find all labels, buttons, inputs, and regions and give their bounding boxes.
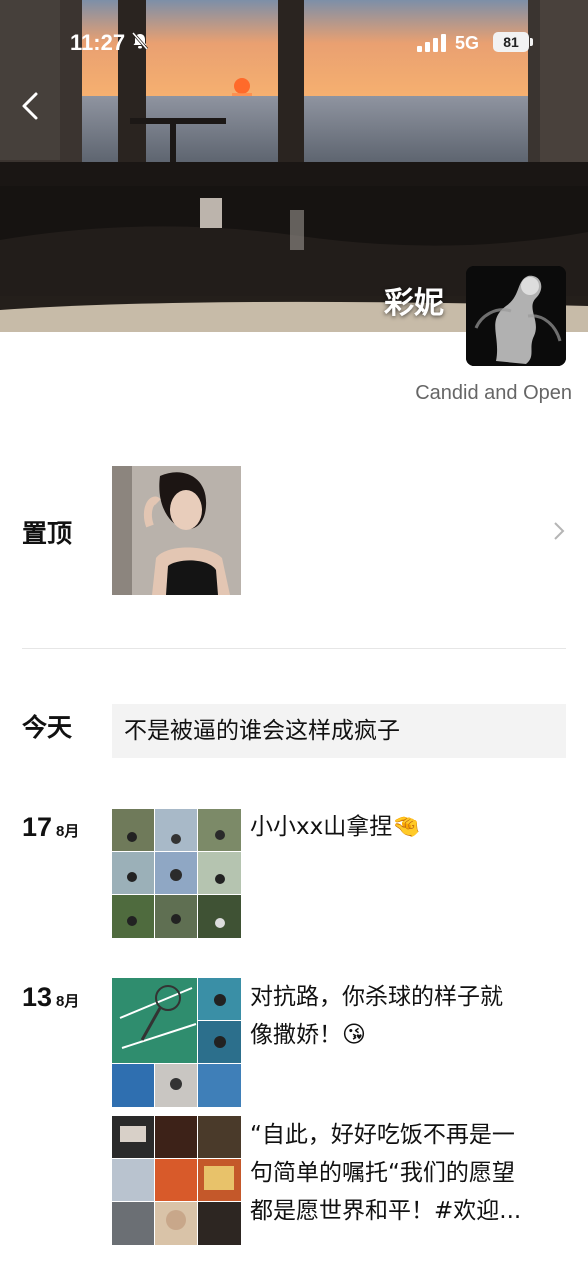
post-date-month: 8月	[56, 993, 80, 1010]
pinned-photo[interactable]	[112, 466, 241, 595]
post-caption-text: 小小xx山拿捏	[250, 814, 393, 840]
post-caption-line: 都是愿世界和平！#欢迎...	[250, 1198, 522, 1224]
photo-grid[interactable]	[112, 809, 241, 938]
profile-signature: Candid and Open	[415, 382, 572, 404]
winking-kiss-emoji-icon: 😘	[342, 1022, 366, 1048]
pinned-label: 置顶	[22, 519, 73, 548]
post-date-today: 今天	[22, 713, 73, 742]
avatar[interactable]	[466, 266, 566, 366]
post-date: 13 8月	[22, 982, 79, 1013]
text-post[interactable]: 不是被逼的谁会这样成疯子	[112, 704, 566, 758]
post-caption-line: “自此，好好吃饭不再是一	[250, 1122, 515, 1148]
pinned-posts-row[interactable]: 置顶	[0, 464, 588, 598]
chevron-left-icon	[22, 92, 38, 120]
profile-name: 彩妮	[384, 286, 444, 321]
signal-bars-icon	[417, 34, 447, 52]
post-caption: 对抗路，你杀球的样子就 像撒娇！😘	[250, 978, 568, 1054]
post-caption: “自此，好好吃饭不再是一 句简单的嘱托“我们的愿望 都是愿世界和平！#欢迎...	[250, 1116, 568, 1230]
photo-grid[interactable]	[112, 978, 241, 1107]
post-caption-line: 对抗路，你杀球的样子就	[250, 984, 503, 1010]
post-date-day: 17	[22, 812, 53, 842]
pinching-hand-emoji-icon: 🤏	[392, 814, 421, 840]
back-button[interactable]	[16, 86, 48, 126]
post-caption-line: 句简单的嘱托“我们的愿望	[250, 1160, 515, 1186]
battery-icon: 81	[493, 32, 533, 52]
post-date-day: 13	[22, 982, 53, 1012]
post-date-month: 8月	[56, 823, 80, 840]
battery-level: 81	[503, 34, 519, 50]
post-caption: 小小xx山拿捏🤏	[250, 808, 421, 846]
avatar-image	[466, 266, 566, 366]
chevron-right-icon	[554, 522, 565, 540]
status-bar: 11:27 5G 81	[0, 0, 588, 88]
photo-grid[interactable]	[112, 1116, 241, 1245]
network-type: 5G	[455, 33, 480, 53]
divider	[22, 648, 566, 649]
post-date: 17 8月	[22, 812, 79, 843]
post-caption-line: 像撒娇！	[250, 1022, 342, 1048]
status-time: 11:27	[70, 30, 126, 55]
